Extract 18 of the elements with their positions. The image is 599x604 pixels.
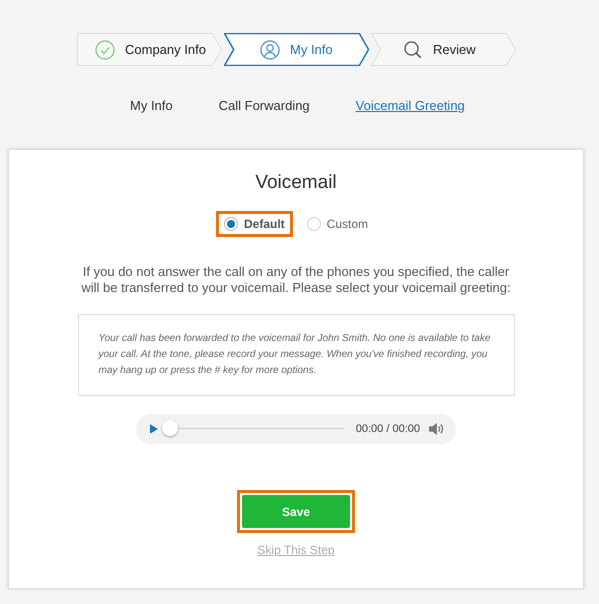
- wizard-step[interactable]: Review: [371, 33, 516, 66]
- check-icon: [95, 40, 115, 60]
- time-readout: 00:00 / 00:00: [356, 423, 420, 435]
- greeting-text: Your call has been forwarded to the voicemail for John Smith. No one is available to take your call. At the tone, please record your message. When you've finished recording, you may hang up or press the # key for more options.: [98, 332, 492, 378]
- volume-icon[interactable]: [428, 422, 444, 436]
- radio-option[interactable]: Custom: [298, 211, 376, 237]
- instructions-text: If you do not answer the call on any of the phones you specified, the caller will be transferred to your voicemail. Please select your voicemail greeting:: [81, 264, 511, 296]
- play-icon[interactable]: [150, 424, 158, 434]
- sub-tab[interactable]: Call Forwarding: [218, 98, 310, 113]
- sub-tab[interactable]: My Info: [130, 98, 173, 113]
- card-title: Voicemail: [255, 172, 337, 194]
- wizard-step[interactable]: My Info: [224, 33, 369, 66]
- radio-option[interactable]: Default: [216, 211, 293, 237]
- user-icon: [260, 40, 280, 60]
- seek-slider[interactable]: [162, 420, 344, 438]
- sub-tab[interactable]: Voicemail Greeting: [356, 98, 465, 113]
- wizard-step[interactable]: Company Info: [77, 33, 222, 66]
- search-icon: [403, 40, 423, 60]
